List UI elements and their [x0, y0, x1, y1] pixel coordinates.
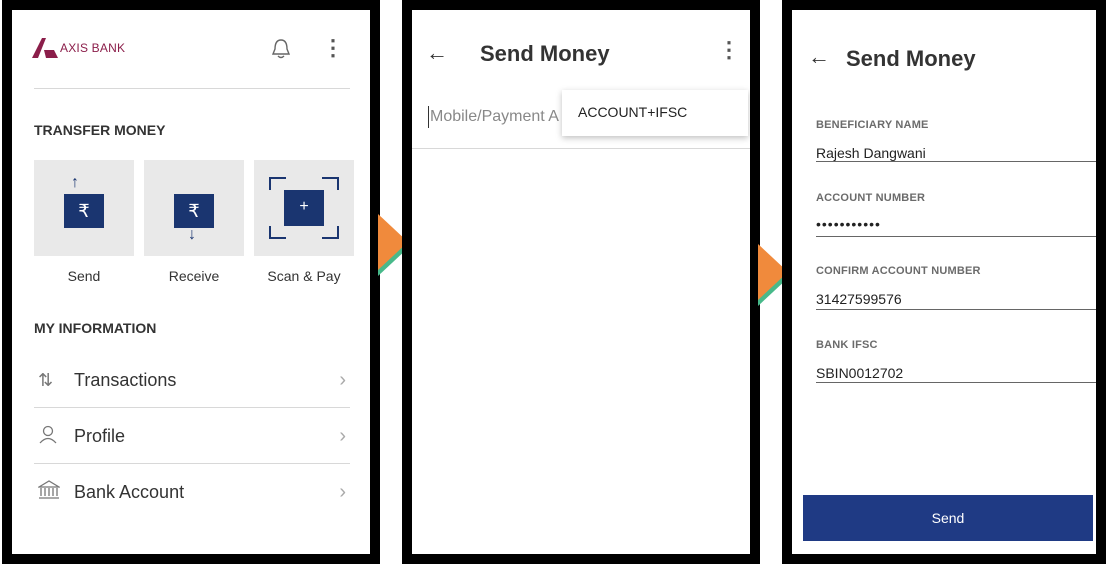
input-divider: [412, 148, 750, 149]
page-title: Send Money: [480, 41, 610, 66]
send-money-phone-frame: ← Send Money ⋮ Mobile/Payment A ACCOUNT+…: [402, 0, 760, 564]
bank-ifsc-field[interactable]: SBIN0012702: [816, 365, 903, 381]
bell-icon[interactable]: [271, 38, 291, 64]
send-tile[interactable]: ↑ ₹: [34, 160, 134, 256]
receive-label[interactable]: Receive: [144, 268, 244, 284]
scan-icon: +: [284, 190, 324, 226]
chevron-right-icon: ›: [339, 424, 346, 447]
page-title: Send Money: [846, 46, 976, 71]
more-vertical-icon[interactable]: ⋮: [322, 37, 344, 59]
header-divider: [34, 88, 350, 89]
scan-pay-tile[interactable]: +: [254, 160, 354, 256]
send-button[interactable]: Send: [803, 495, 1093, 541]
receive-tile[interactable]: ₹ ↓: [144, 160, 244, 256]
field-underline: [816, 382, 1096, 383]
send-label[interactable]: Send: [34, 268, 134, 284]
my-information-heading: MY INFORMATION: [34, 320, 157, 336]
chevron-right-icon: ›: [339, 368, 346, 391]
axis-logo-icon: [32, 38, 58, 58]
axis-bank-logo: AXIS BANK: [32, 38, 125, 58]
send-money-screen: ← Send Money ⋮ Mobile/Payment A ACCOUNT+…: [412, 10, 750, 554]
home-phone-frame: AXIS BANK ⋮ TRANSFER MONEY ↑ ₹ Send ₹ ↓ …: [2, 0, 380, 564]
bank-account-label: Bank Account: [74, 481, 185, 502]
bank-ifsc-label: BANK IFSC: [816, 339, 878, 351]
down-arrow-icon: ↓: [188, 226, 196, 243]
field-underline: [816, 309, 1096, 310]
scan-pay-label[interactable]: Scan & Pay: [254, 268, 354, 284]
mobile-payment-input[interactable]: Mobile/Payment A: [430, 108, 559, 126]
more-vertical-icon[interactable]: ⋮: [718, 39, 740, 61]
menu-item-account-ifsc[interactable]: ACCOUNT+IFSC: [578, 104, 687, 120]
receive-rupee-icon: ₹: [174, 194, 214, 228]
profile-icon: [38, 424, 64, 449]
home-screen: AXIS BANK ⋮ TRANSFER MONEY ↑ ₹ Send ₹ ↓ …: [12, 10, 370, 554]
transactions-icon: ⇅: [38, 369, 54, 390]
bank-account-row[interactable]: Bank Account ›: [34, 464, 350, 520]
transactions-row[interactable]: ⇅ Transactions ›: [34, 352, 350, 408]
overflow-menu: ACCOUNT+IFSC: [562, 90, 748, 136]
up-arrow-icon: ↑: [71, 174, 79, 191]
bank-icon: [36, 479, 64, 505]
confirm-account-number-field[interactable]: 31427599576: [816, 291, 902, 307]
profile-label: Profile: [74, 425, 126, 446]
transactions-label: Transactions: [74, 369, 177, 390]
send-form-phone-frame: ← Send Money BENEFICIARY NAME Rajesh Dan…: [782, 0, 1106, 564]
field-underline: [816, 161, 1096, 162]
chevron-right-icon: ›: [339, 480, 346, 503]
account-number-label: ACCOUNT NUMBER: [816, 192, 926, 204]
profile-row[interactable]: Profile ›: [34, 408, 350, 464]
transfer-money-heading: TRANSFER MONEY: [34, 122, 166, 138]
send-rupee-icon: ₹: [64, 194, 104, 228]
send-form-screen: ← Send Money BENEFICIARY NAME Rajesh Dan…: [792, 10, 1096, 554]
beneficiary-name-label: BENEFICIARY NAME: [816, 119, 929, 131]
brand-name: AXIS BANK: [60, 41, 126, 55]
back-arrow-icon[interactable]: ←: [426, 40, 448, 66]
text-cursor: [428, 106, 429, 128]
confirm-account-number-label: CONFIRM ACCOUNT NUMBER: [816, 265, 981, 277]
back-arrow-icon[interactable]: ←: [808, 44, 830, 70]
field-underline: [816, 236, 1096, 237]
beneficiary-name-field[interactable]: Rajesh Dangwani: [816, 145, 926, 161]
account-number-field[interactable]: •••••••••••: [816, 216, 881, 232]
